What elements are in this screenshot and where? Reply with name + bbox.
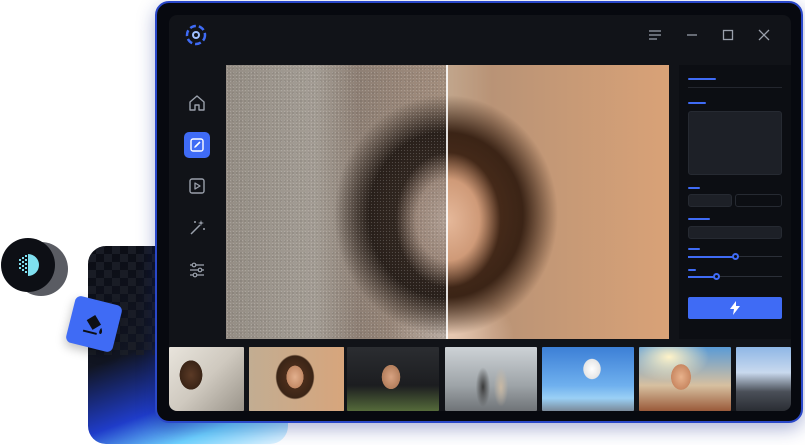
settings-panel <box>679 65 791 339</box>
original-noisy-photo <box>226 65 447 339</box>
thumbnail-image <box>169 347 244 411</box>
thumbnail-image <box>736 347 791 411</box>
thumbnail-image <box>542 347 634 411</box>
slider-fill <box>688 255 735 258</box>
sidebar-item-magic-wand[interactable] <box>184 215 210 241</box>
thumbnail-woman-curly-hair[interactable] <box>249 347 344 411</box>
mode-dropdown[interactable] <box>688 226 782 239</box>
sidebar <box>169 65 225 345</box>
sidebar-item-home[interactable] <box>184 90 210 116</box>
panel-section-header <box>688 78 716 80</box>
preview-box <box>688 111 782 175</box>
panel-label <box>688 187 700 189</box>
thumbnail-image <box>639 347 731 411</box>
magic-wand-icon <box>190 220 205 235</box>
thumbnail-image <box>249 347 344 411</box>
sidebar-item-edit-image[interactable] <box>184 132 210 158</box>
maximize-icon[interactable] <box>720 27 736 43</box>
before-after-canvas[interactable] <box>226 65 669 339</box>
split-circle-icon <box>1 238 55 292</box>
promo-stage <box>0 0 805 445</box>
panel-label <box>688 218 710 220</box>
video-enhance-icon <box>189 178 205 194</box>
menu-icon[interactable] <box>647 27 663 43</box>
sidebar-item-video-enhance[interactable] <box>184 173 210 199</box>
slider-knob[interactable] <box>731 252 739 260</box>
sidebar-item-adjustments[interactable] <box>184 257 210 283</box>
thumbnail-couple-street[interactable] <box>445 347 537 411</box>
thumbnail-woman-laughing-sunlight[interactable] <box>639 347 731 411</box>
slider-fill <box>688 275 717 278</box>
compare-divider-handle[interactable] <box>446 65 448 339</box>
option-select-right[interactable] <box>735 194 782 207</box>
slider-knob[interactable] <box>712 272 720 280</box>
panel-label <box>688 248 700 250</box>
sliders-icon <box>190 262 204 278</box>
close-icon[interactable] <box>756 27 772 43</box>
thumbnail-city-street[interactable] <box>736 347 791 411</box>
lightning-icon <box>730 301 740 315</box>
enhance-run-button[interactable] <box>688 297 782 319</box>
edit-image-icon <box>190 138 204 152</box>
app-window <box>155 1 803 423</box>
title-bar <box>169 15 791 55</box>
option-select-left[interactable] <box>688 194 732 207</box>
thumbnail-young-man-portrait[interactable] <box>347 347 439 411</box>
aperture-logo-icon <box>185 24 207 46</box>
panel-label <box>688 269 696 271</box>
thumbnail-image <box>347 347 439 411</box>
panel-label <box>688 102 706 104</box>
thumbnail-image <box>445 347 537 411</box>
panel-divider <box>688 87 782 88</box>
thumbnail-skateboarder-jump[interactable] <box>542 347 634 411</box>
thumbnail-strip <box>169 347 791 411</box>
app-content <box>169 15 791 411</box>
home-icon <box>189 95 205 111</box>
minimize-icon[interactable] <box>684 27 700 43</box>
thumbnail-man-smiling[interactable] <box>169 347 244 411</box>
